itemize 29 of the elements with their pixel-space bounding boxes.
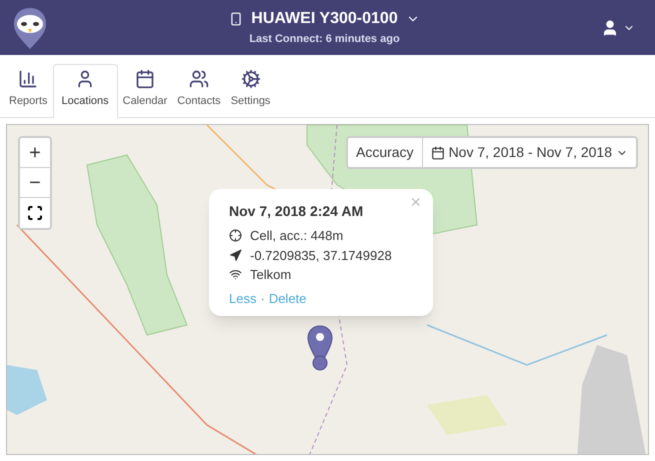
tab[interactable]: Calendar <box>118 64 172 118</box>
fullscreen-icon[interactable] <box>27 205 43 221</box>
tab[interactable]: Reports <box>4 64 53 118</box>
map-pin-icon <box>307 325 333 371</box>
gear-icon[interactable] <box>240 68 261 88</box>
bar-chart-icon[interactable] <box>18 68 38 88</box>
date-range-picker[interactable]: Nov 7, 2018 - Nov 7, 2018 <box>422 138 636 167</box>
last-connect-text: Last Connect: 6 minutes ago <box>249 32 400 48</box>
crosshair-icon <box>229 229 242 242</box>
accuracy-button[interactable]: Accuracy <box>348 138 423 167</box>
people-icon[interactable] <box>188 68 209 88</box>
device-name[interactable]: HUAWEI Y300-0100 <box>251 7 398 32</box>
user-menu-button[interactable] <box>601 18 635 36</box>
popup-time: Nov 7, 2018 2:24 AM <box>229 202 364 221</box>
tab[interactable]: Locations <box>52 64 118 118</box>
tab[interactable]: Contacts <box>172 64 226 118</box>
tab[interactable]: Settings <box>226 64 276 118</box>
network-text: Telkom <box>250 266 292 284</box>
zoom-in-button[interactable]: + <box>20 138 50 168</box>
user-icon[interactable] <box>601 18 619 36</box>
owl-logo-icon <box>12 6 48 50</box>
separator-text: · <box>260 290 265 308</box>
coordinates-text: -0.7209835, 37.1749928 <box>250 246 392 264</box>
navigation-arrow-icon <box>229 248 242 262</box>
accuracy-text: Cell, acc.: 448m <box>250 227 344 245</box>
calendar-icon[interactable] <box>134 68 155 88</box>
map[interactable]: + − Accuracy Nov 7, 2018 - Nov 7, 2018 × Nov 7, 2018 2:24 AM Cell, acc.: 448m -0.7209835, 37.1749928 Telkom Less · Delete <box>6 124 649 455</box>
calendar-icon[interactable] <box>430 146 445 160</box>
zoom-out-button[interactable]: − <box>20 168 50 198</box>
